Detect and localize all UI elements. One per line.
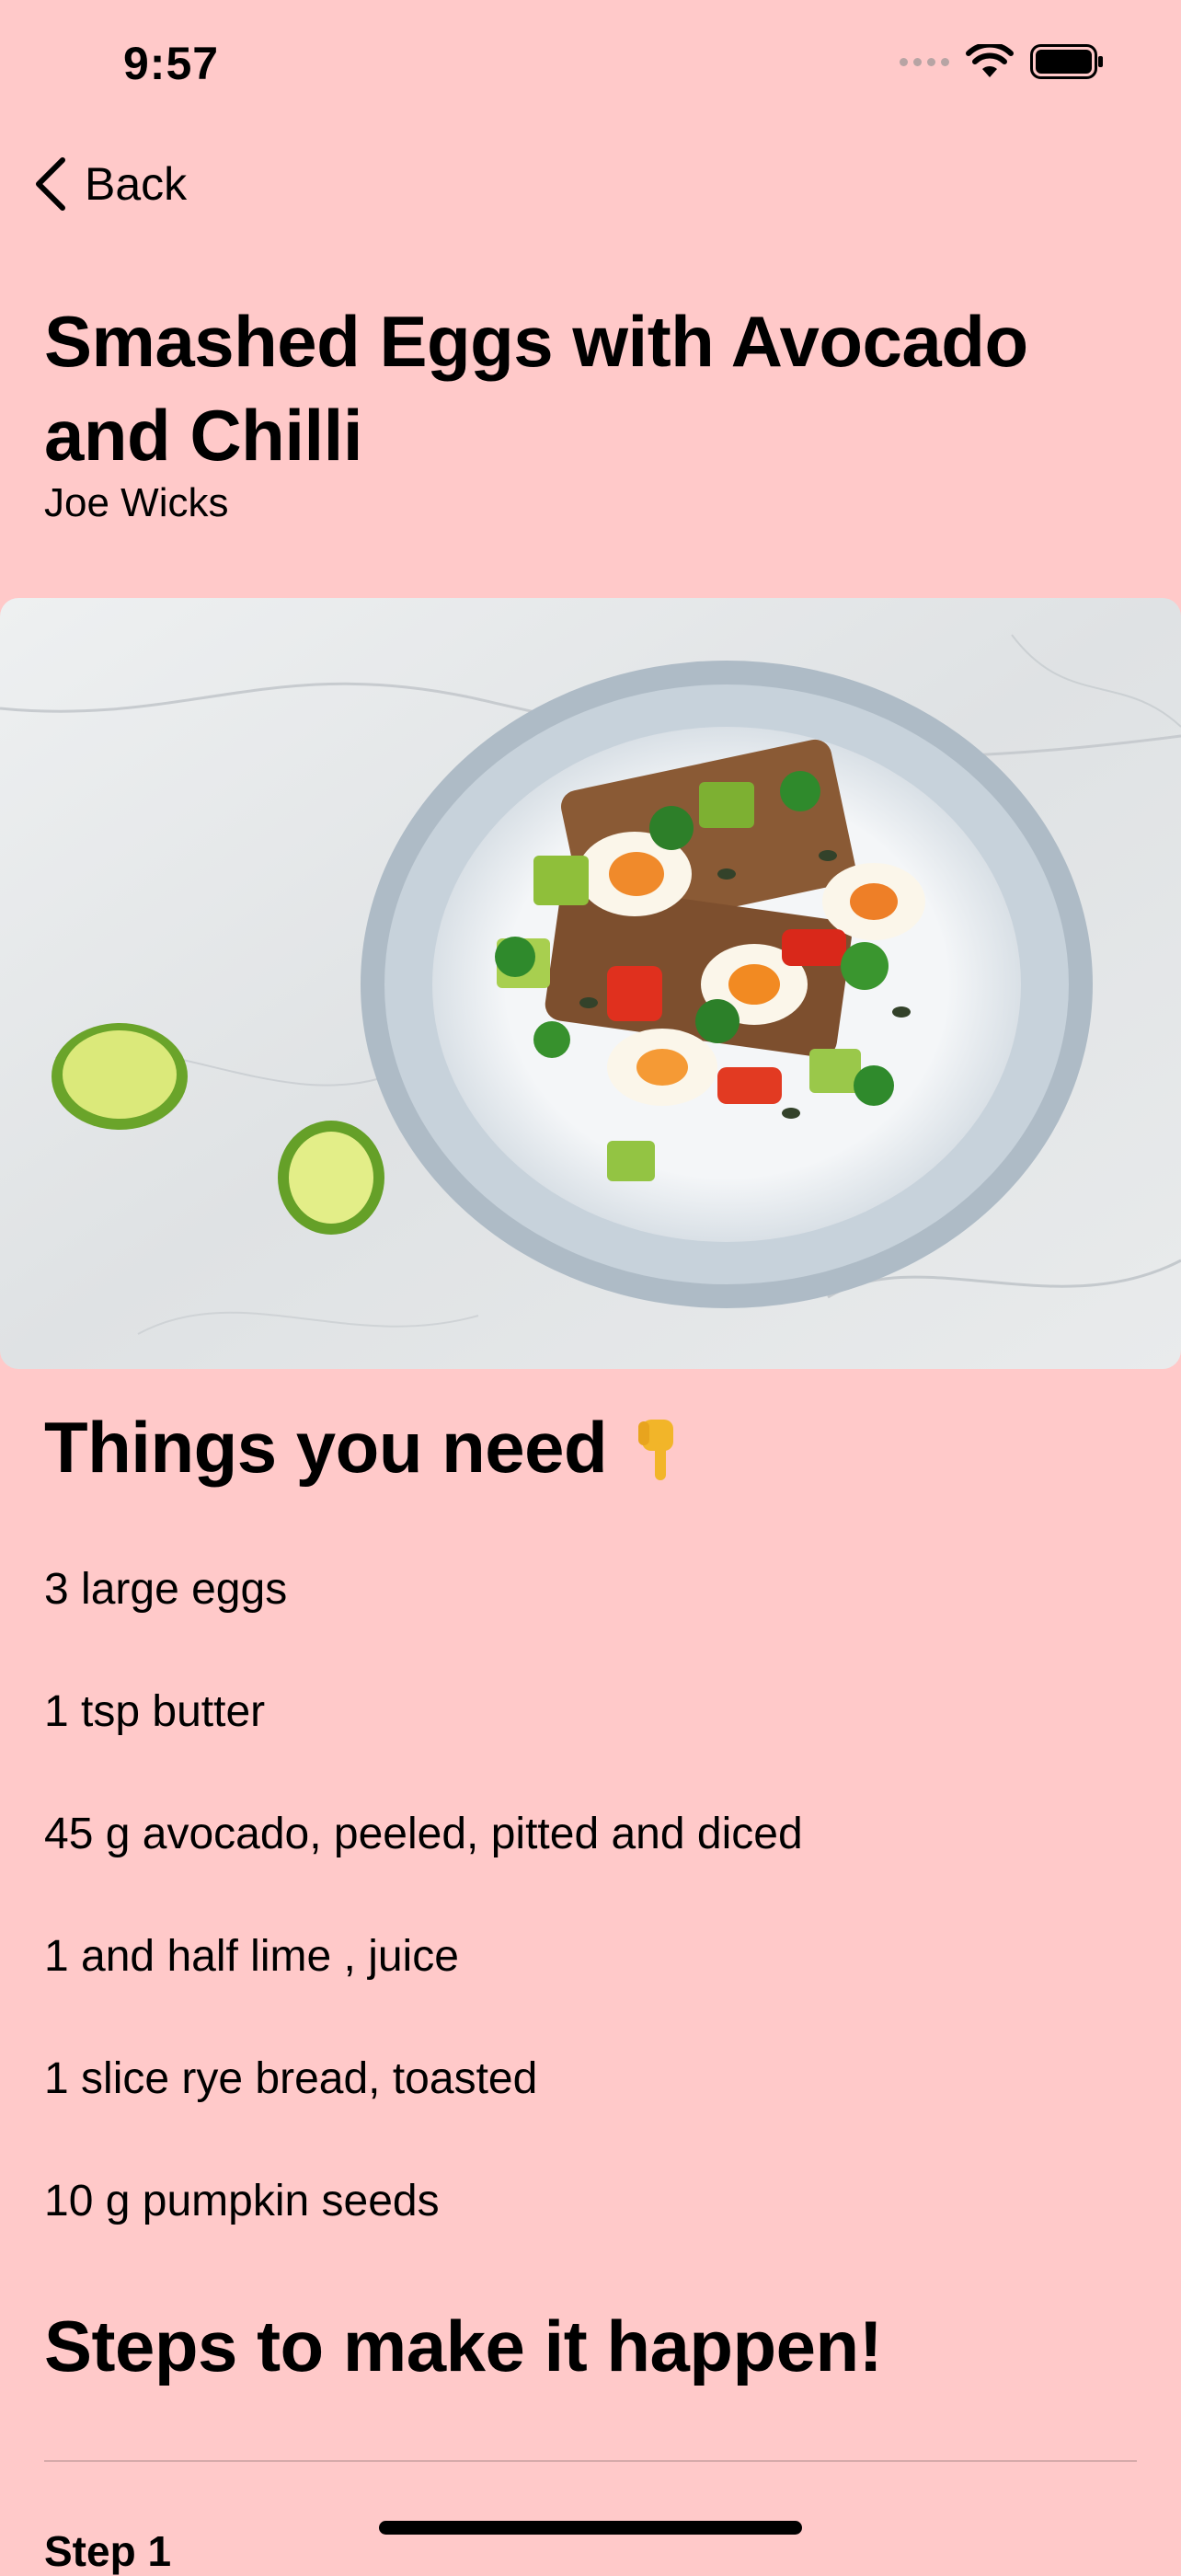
battery-icon bbox=[1030, 44, 1103, 79]
status-icons bbox=[900, 44, 1104, 79]
ingredient-item: 1 slice rye bread, toasted bbox=[44, 2054, 538, 2103]
ingredient-item: 10 g pumpkin seeds bbox=[44, 2177, 440, 2225]
ingredient-item: 45 g avocado, peeled, pitted and diced bbox=[44, 1810, 803, 1858]
status-bar: 9:57 bbox=[0, 0, 1181, 129]
divider bbox=[44, 2460, 1137, 2462]
home-indicator[interactable] bbox=[379, 2521, 802, 2535]
ingredients-heading-text: Things you need bbox=[44, 1407, 608, 1488]
steps-heading: Steps to make it happen! bbox=[44, 2306, 883, 2386]
step-label: Step 1 bbox=[44, 2527, 172, 2575]
back-button[interactable]: Back bbox=[33, 156, 187, 212]
ingredient-item: 1 tsp butter bbox=[44, 1687, 266, 1736]
wifi-icon bbox=[966, 44, 1014, 77]
cellular-signal-icon bbox=[900, 57, 949, 66]
recipe-author: Joe Wicks bbox=[44, 480, 229, 525]
ingredient-item: 1 and half lime , juice bbox=[44, 1932, 459, 1981]
ingredients-heading: Things you need bbox=[44, 1406, 682, 1489]
recipe-hero-image bbox=[0, 598, 1181, 1369]
ingredients-list: 3 large eggs 1 tsp butter 45 g avocado, … bbox=[44, 1555, 803, 2289]
chevron-left-icon bbox=[36, 157, 65, 211]
recipe-title: Smashed Eggs with Avocado and Chilli bbox=[44, 301, 1028, 476]
back-label: Back bbox=[85, 158, 188, 210]
ingredient-item: 3 large eggs bbox=[44, 1565, 288, 1614]
status-time: 9:57 bbox=[123, 38, 220, 89]
pointing-down-hand-icon bbox=[638, 1419, 674, 1480]
